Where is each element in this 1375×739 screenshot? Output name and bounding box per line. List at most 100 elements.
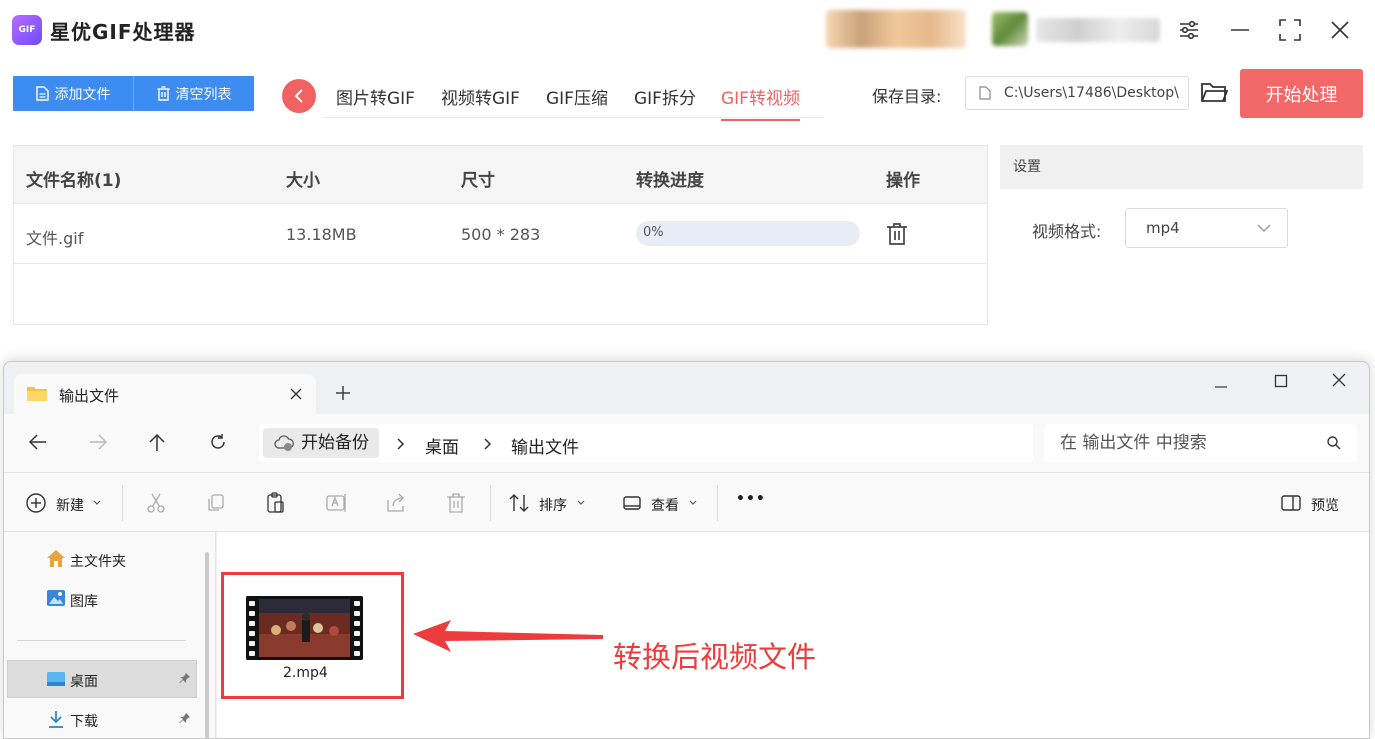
explorer-search-input[interactable]: 在 输出文件 中搜索 xyxy=(1044,424,1357,462)
explorer-command-bar: 新建 排序 查看 ••• 预览 xyxy=(4,472,1369,532)
chevron-down-icon xyxy=(577,500,585,505)
new-plus-icon[interactable] xyxy=(24,491,48,515)
sidebar-item-downloads[interactable]: 下载 xyxy=(70,711,98,731)
fullscreen-icon[interactable] xyxy=(1274,14,1306,46)
file-icon xyxy=(35,86,49,101)
explorer-navbar: 开始备份 桌面 输出文件 在 输出文件 中搜索 xyxy=(4,414,1369,472)
view-button[interactable]: 查看 xyxy=(651,495,679,515)
open-folder-icon[interactable] xyxy=(1200,80,1229,108)
video-format-select[interactable]: mp4 xyxy=(1125,208,1288,248)
breadcrumb-desktop[interactable]: 桌面 xyxy=(425,433,459,458)
breadcrumb-chevron-icon xyxy=(484,438,492,450)
header-dimensions: 尺寸 xyxy=(461,171,495,191)
explorer-minimize-icon[interactable] xyxy=(1214,380,1228,394)
sidebar-scrollbar[interactable] xyxy=(205,552,209,738)
sidebar-divider xyxy=(17,640,186,641)
tab-image-to-gif[interactable]: 图片转GIF xyxy=(336,84,415,119)
header-filename: 文件名称(1) xyxy=(26,171,122,191)
file-content-area: 2.mp4 转换后视频文件 xyxy=(217,532,1369,738)
annotation-arrow xyxy=(413,620,603,652)
tabs-back-button[interactable] xyxy=(282,79,316,113)
forward-arrow-icon[interactable] xyxy=(89,434,107,450)
folder-icon xyxy=(27,387,47,401)
clear-list-label: 清空列表 xyxy=(175,86,232,103)
gallery-icon xyxy=(47,590,65,606)
app-titlebar: GIF 星优GIF处理器 xyxy=(0,0,1375,60)
pin-icon[interactable] xyxy=(179,672,191,684)
cell-filename: 文件.gif xyxy=(26,229,84,248)
sidebar-item-desktop[interactable]: 桌面 xyxy=(70,671,98,691)
tab-gif-to-video[interactable]: GIF转视频 xyxy=(721,84,800,121)
chevron-down-icon xyxy=(689,500,697,505)
settings-sliders-icon[interactable] xyxy=(1173,14,1205,46)
function-tabs: 图片转GIF 视频转GIF GIF压缩 GIF拆分 GIF转视频 xyxy=(324,76,824,121)
navigation-pane: 主文件夹 图库 桌面 下载 xyxy=(4,532,216,738)
tab-gif-split[interactable]: GIF拆分 xyxy=(634,84,696,119)
app-logo-icon: GIF xyxy=(12,15,42,45)
chevron-down-icon xyxy=(1257,224,1271,232)
copy-icon[interactable] xyxy=(204,491,228,515)
sidebar-item-home[interactable]: 主文件夹 xyxy=(70,551,126,571)
tab-video-to-gif[interactable]: 视频转GIF xyxy=(441,84,520,119)
back-arrow-icon[interactable] xyxy=(29,434,47,450)
explorer-close-icon[interactable] xyxy=(1332,373,1346,387)
breadcrumb-backup-label: 开始备份 xyxy=(301,433,369,453)
video-file-icon[interactable] xyxy=(246,596,363,660)
share-icon[interactable] xyxy=(384,491,408,515)
cloud-backup-icon xyxy=(274,435,294,451)
sort-button[interactable]: 排序 xyxy=(539,495,567,515)
new-button[interactable]: 新建 xyxy=(56,495,84,515)
breadcrumb-backup[interactable]: 开始备份 xyxy=(263,428,379,458)
breadcrumb-output-folder[interactable]: 输出文件 xyxy=(511,433,579,458)
file-explorer-window: 输出文件 开始备份 桌面 输出文件 在 输出文件 中搜索 新建 排序 查看 ••… xyxy=(3,361,1370,739)
close-icon[interactable] xyxy=(1324,14,1356,46)
preview-button[interactable]: 预览 xyxy=(1311,495,1339,515)
blurred-username xyxy=(1036,18,1160,42)
settings-title: 设置 xyxy=(1000,145,1363,189)
command-separator xyxy=(122,485,123,521)
pin-icon[interactable] xyxy=(179,712,191,724)
delete-icon[interactable] xyxy=(444,491,468,515)
refresh-icon[interactable] xyxy=(209,433,227,451)
explorer-tab[interactable]: 输出文件 xyxy=(14,374,316,414)
download-icon xyxy=(49,711,63,728)
save-directory-field[interactable]: C:\Users\17486\Desktop\ xyxy=(965,76,1189,110)
header-progress: 转换进度 xyxy=(636,171,704,191)
cell-size: 13.18MB xyxy=(286,225,357,244)
sidebar-item-gallery[interactable]: 图库 xyxy=(70,591,98,611)
table-row[interactable]: 文件.gif 13.18MB 500 * 283 0% xyxy=(14,204,987,264)
clear-list-button[interactable]: 清空列表 xyxy=(134,76,254,111)
preview-pane-icon[interactable] xyxy=(1279,491,1303,515)
explorer-tab-title: 输出文件 xyxy=(59,387,120,405)
trash-icon xyxy=(157,86,169,101)
tab-gif-compress[interactable]: GIF压缩 xyxy=(546,84,608,119)
progress-bar: 0% xyxy=(636,221,860,246)
breadcrumb-chevron-icon xyxy=(397,438,405,450)
close-tab-icon[interactable] xyxy=(290,388,302,400)
paste-icon[interactable] xyxy=(264,491,288,515)
cell-dimensions: 500 * 283 xyxy=(461,225,541,244)
address-bar[interactable]: 开始备份 桌面 输出文件 xyxy=(259,424,1033,462)
progress-text: 0% xyxy=(643,225,664,240)
cut-icon[interactable] xyxy=(144,491,168,515)
table-header: 文件名称(1) 大小 尺寸 转换进度 操作 xyxy=(14,146,987,204)
file-name-label[interactable]: 2.mp4 xyxy=(283,665,328,681)
rename-icon[interactable] xyxy=(324,491,348,515)
new-tab-plus-icon[interactable] xyxy=(336,386,350,400)
video-format-value: mp4 xyxy=(1146,219,1180,237)
explorer-maximize-icon[interactable] xyxy=(1274,374,1288,388)
minimize-icon[interactable] xyxy=(1224,14,1256,46)
add-file-button[interactable]: 添加文件 xyxy=(13,76,133,111)
blurred-avatar xyxy=(992,12,1028,46)
view-icon[interactable] xyxy=(620,491,644,515)
sort-icon[interactable] xyxy=(507,491,531,515)
more-options-button[interactable]: ••• xyxy=(736,491,766,507)
up-arrow-icon[interactable] xyxy=(149,433,165,451)
desktop-icon xyxy=(47,672,65,686)
command-separator xyxy=(490,485,491,521)
start-processing-button[interactable]: 开始处理 xyxy=(1240,69,1363,118)
sidebar-item-desktop-selected[interactable] xyxy=(7,660,197,698)
save-directory-path: C:\Users\17486\Desktop\ xyxy=(1004,85,1179,101)
delete-row-trash-icon[interactable] xyxy=(886,222,910,248)
chevron-down-icon xyxy=(93,500,101,505)
